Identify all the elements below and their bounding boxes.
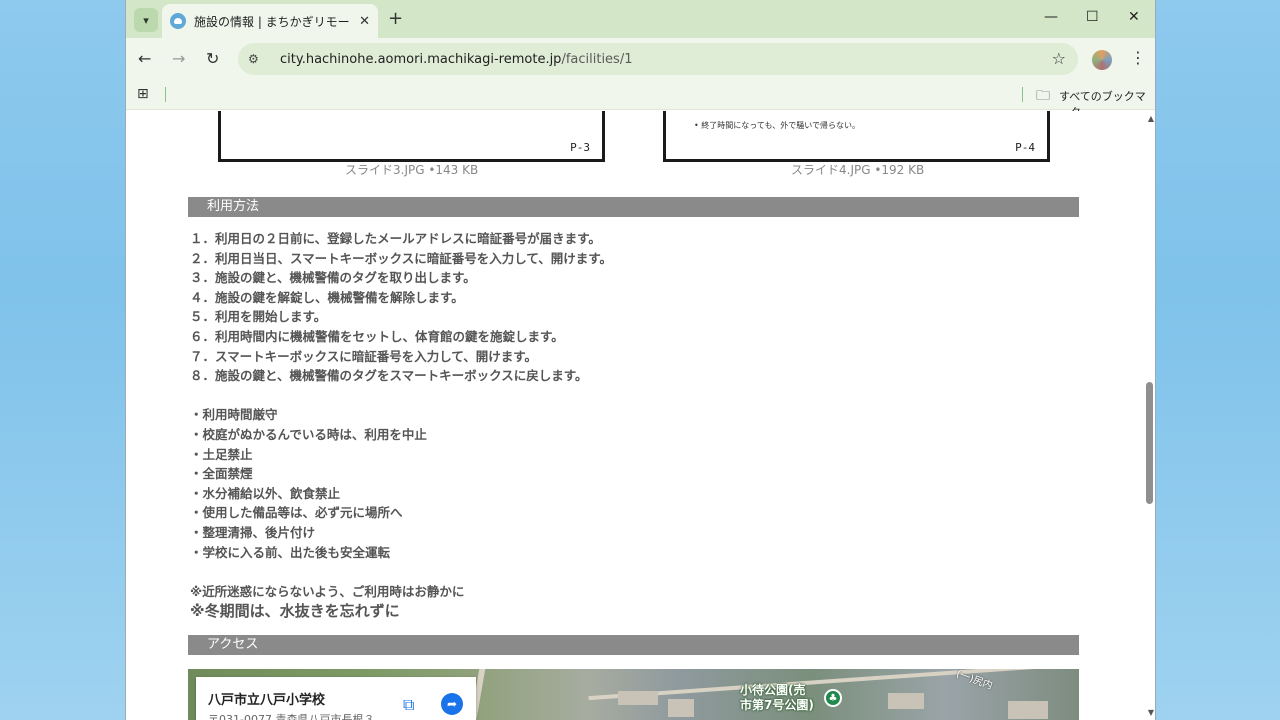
slide-caption-3: スライド3.JPG •143 KB — [345, 163, 479, 177]
bookmark-separator — [165, 87, 166, 102]
open-in-new-icon[interactable]: ⧉ — [403, 695, 414, 715]
map-park-label-line: 小待公園(売 — [740, 683, 806, 697]
menu-icon[interactable]: ⋮ — [1130, 48, 1146, 67]
usage-step: ８．施設の鍵と、機械警備のタグをスマートキーボックスに戻します。 — [190, 368, 588, 384]
usage-content: １．利用日の２日前に、登録したメールアドレスに暗証番号が届きます。 ２．利用日当… — [190, 229, 1070, 621]
slide-page-number: P-3 — [570, 141, 590, 154]
usage-step: ７．スマートキーボックスに暗証番号を入力して、開けます。 — [190, 348, 538, 364]
scroll-down-icon[interactable]: ▼ — [1148, 708, 1154, 717]
usage-step: ６．利用時間内に機械警備をセットし、体育館の鍵を施錠します。 — [190, 328, 564, 344]
page-viewport: P-3 スライド3.JPG •143 KB • 終了時間になっても、外で騒いで帰… — [126, 111, 1155, 720]
url-host: city.hachinohe.aomori.machikagi-remote.j… — [280, 51, 562, 67]
map-place-card: 八戸市立八戸小学校 〒031-0077 青森県八戸市長根３ ⧉ ➦ — [196, 677, 476, 720]
folder-icon[interactable]: 🗀 — [1036, 85, 1050, 109]
usage-note-winter: ※冬期間は、水抜きを忘れずに — [190, 602, 400, 621]
new-tab-button[interactable]: + — [388, 8, 403, 29]
usage-rule: ・整理清掃、後片付け — [190, 524, 316, 540]
tab-active[interactable]: 施設の情報 | まちかぎリモート ✕ — [162, 4, 378, 38]
chevron-down-icon: ▾ — [143, 13, 149, 27]
map-building — [618, 691, 658, 705]
usage-rule: ・校庭がぬかるんでいる時は、利用を中止 — [190, 426, 427, 442]
url-path: /facilities/1 — [561, 51, 633, 67]
address-bar[interactable]: ⚙ city.hachinohe.aomori.machikagi-remote… — [238, 43, 1078, 75]
slide-image-4[interactable]: • 終了時間になっても、外で騒いで帰らない。 P-4 — [663, 111, 1050, 162]
map-place-name: 八戸市立八戸小学校 — [208, 693, 326, 708]
access-section-header: アクセス — [188, 635, 1079, 655]
slide-note: • 終了時間になっても、外で騒いで帰らない。 — [694, 121, 860, 130]
map-park-label: 小待公園(売 市第7号公園) — [740, 683, 814, 713]
slide-image-3[interactable]: P-3 — [218, 111, 605, 162]
usage-rule: ・土足禁止 — [190, 446, 253, 462]
usage-step: ２．利用日当日、スマートキーボックスに暗証番号を入力して、開けます。 — [190, 250, 613, 266]
reload-button[interactable]: ↻ — [206, 49, 219, 68]
star-icon[interactable]: ☆ — [1052, 49, 1066, 68]
site-favicon-icon — [170, 13, 186, 29]
tab-strip: ▾ 施設の情報 | まちかぎリモート ✕ + — ☐ ✕ — [126, 0, 1155, 38]
scrollbar-thumb[interactable] — [1146, 382, 1153, 504]
map-building — [1008, 701, 1048, 719]
directions-icon[interactable]: ➦ — [441, 693, 463, 715]
usage-rule: ・学校に入る前、出た後も安全運転 — [190, 544, 391, 560]
maximize-button[interactable]: ☐ — [1086, 9, 1099, 25]
slide-caption-4: スライド4.JPG •192 KB — [791, 163, 925, 177]
forward-button[interactable]: → — [172, 49, 185, 68]
site-info-icon[interactable]: ⚙ — [248, 52, 268, 66]
usage-rule: ・全面禁煙 — [190, 466, 253, 482]
park-icon[interactable]: ♣ — [824, 689, 842, 707]
usage-rule: ・使用した備品等は、必ず元に場所へ — [190, 505, 403, 521]
usage-step: ５．利用を開始します。 — [190, 309, 327, 325]
page-scrollbar[interactable]: ▲ ▼ — [1142, 111, 1155, 720]
toolbar: ← → ↻ ⚙ city.hachinohe.aomori.machikagi-… — [126, 38, 1155, 80]
map-place-address: 〒031-0077 青森県八戸市長根３ — [208, 713, 375, 720]
map-building — [888, 693, 924, 709]
scroll-up-icon[interactable]: ▲ — [1148, 114, 1154, 123]
usage-rule: ・水分補給以外、飲食禁止 — [190, 485, 341, 501]
usage-note: ※近所迷惑にならないよう、ご利用時はお静かに — [190, 583, 465, 599]
bookmark-separator — [1022, 87, 1023, 102]
profile-avatar[interactable] — [1092, 50, 1112, 70]
usage-step: ３．施設の鍵と、機械警備のタグを取り出します。 — [190, 270, 476, 286]
map-park-label-line: 市第7号公園) — [740, 698, 814, 712]
url-text: city.hachinohe.aomori.machikagi-remote.j… — [280, 52, 632, 67]
usage-step: １．利用日の２日前に、登録したメールアドレスに暗証番号が届きます。 — [190, 231, 601, 246]
map-building — [668, 699, 694, 717]
map-road-label: (一)尻内 — [954, 669, 994, 693]
slide-page-number: P-4 — [1015, 141, 1035, 154]
usage-section-header: 利用方法 — [188, 197, 1079, 217]
embedded-map[interactable]: 八戸市立八戸小学校 〒031-0077 青森県八戸市長根３ ⧉ ➦ 小待公園(売… — [188, 669, 1079, 720]
window-close-button[interactable]: ✕ — [1128, 9, 1140, 25]
usage-rule: ・利用時間厳守 — [190, 407, 278, 423]
bookmarks-bar: ⊞ 🗀 すべてのブックマーク — [126, 80, 1155, 119]
tab-search-button[interactable]: ▾ — [134, 8, 158, 32]
browser-window: ▾ 施設の情報 | まちかぎリモート ✕ + — ☐ ✕ ← → ↻ ⚙ cit… — [125, 0, 1156, 720]
apps-icon[interactable]: ⊞ — [137, 86, 149, 102]
back-button[interactable]: ← — [138, 49, 151, 68]
close-icon[interactable]: ✕ — [359, 14, 370, 29]
tab-title: 施設の情報 | まちかぎリモート — [194, 14, 354, 29]
usage-step: ４．施設の鍵を解錠し、機械警備を解除します。 — [190, 289, 464, 305]
minimize-button[interactable]: — — [1044, 9, 1058, 25]
